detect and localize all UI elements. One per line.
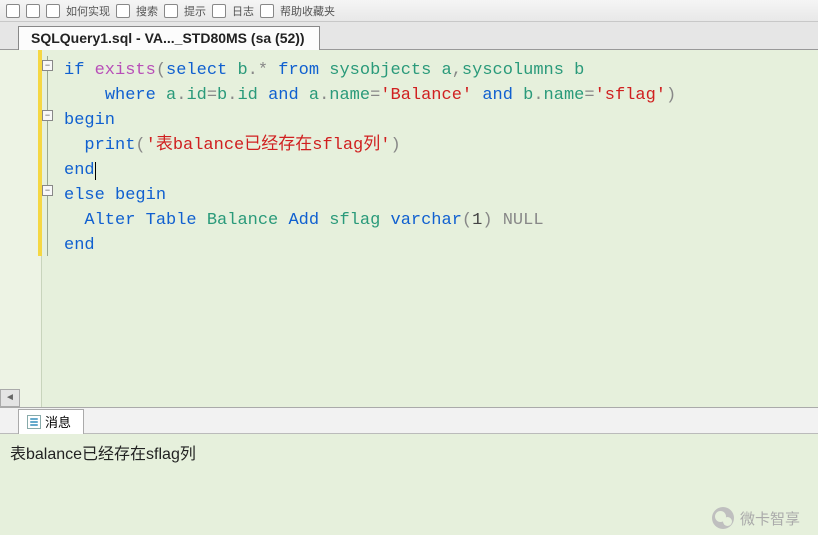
document-tab-bar: SQLQuery1.sql - VA..._STD80MS (sa (52)) [0, 22, 818, 50]
messages-output[interactable]: 表balance已经存在sflag列 微卡智享 [0, 434, 818, 535]
scroll-left-button[interactable]: ◄ [0, 389, 20, 407]
fold-toggle[interactable]: − [42, 110, 53, 121]
code-editor[interactable]: − − − if exists(select b.* from sysobjec… [0, 50, 818, 408]
fold-line [47, 56, 48, 256]
messages-panel: 消息 表balance已经存在sflag列 微卡智享 [0, 408, 818, 535]
message-line: 表balance已经存在sflag列 [10, 446, 196, 463]
toolbar-label[interactable]: 搜索 [136, 3, 158, 19]
toolbar-icon[interactable] [212, 4, 226, 18]
toolbar-icon[interactable] [26, 4, 40, 18]
code-content[interactable]: if exists(select b.* from sysobjects a,s… [42, 50, 818, 407]
messages-tab-label: 消息 [45, 412, 71, 431]
toolbar-label[interactable]: 日志 [232, 3, 254, 19]
toolbar-icon[interactable] [260, 4, 274, 18]
watermark: 微卡智享 [712, 507, 800, 529]
editor-gutter: − − − [0, 50, 42, 407]
messages-tab[interactable]: 消息 [18, 409, 84, 434]
watermark-text: 微卡智享 [740, 508, 800, 529]
toolbar-icon[interactable] [116, 4, 130, 18]
messages-tab-bar: 消息 [0, 408, 818, 434]
toolbar-label[interactable]: 帮助收藏夹 [280, 3, 335, 19]
toolbar-icon[interactable] [6, 4, 20, 18]
fold-toggle[interactable]: − [42, 185, 53, 196]
tab-title: SQLQuery1.sql - VA..._STD80MS (sa (52)) [31, 30, 305, 46]
toolbar-icon[interactable] [164, 4, 178, 18]
text-cursor [95, 162, 96, 180]
toolbar-label[interactable]: 提示 [184, 3, 206, 19]
toolbar-icon[interactable] [46, 4, 60, 18]
wechat-icon [712, 507, 734, 529]
toolbar-label[interactable]: 如何实现 [66, 3, 110, 19]
messages-icon [27, 415, 41, 429]
main-toolbar: 如何实现 搜索 提示 日志 帮助收藏夹 [0, 0, 818, 22]
document-tab[interactable]: SQLQuery1.sql - VA..._STD80MS (sa (52)) [18, 26, 320, 50]
fold-toggle[interactable]: − [42, 60, 53, 71]
